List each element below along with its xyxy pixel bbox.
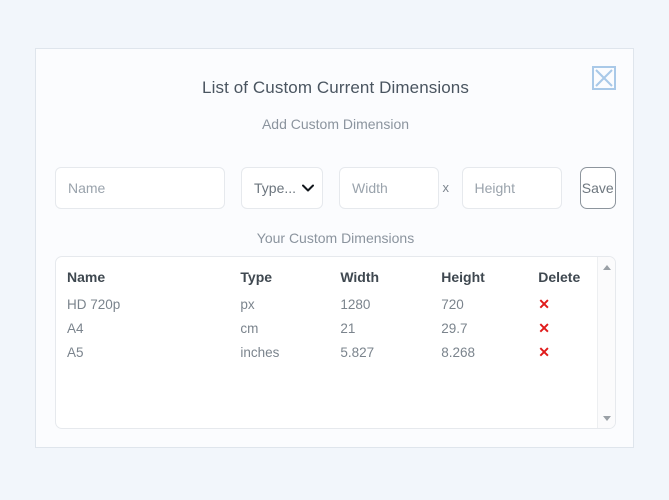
scroll-up-arrow-icon[interactable]: [598, 259, 615, 275]
add-dimension-form: Type... x Save: [55, 167, 616, 209]
page-root: List of Custom Current Dimensions Add Cu…: [0, 0, 669, 500]
width-input[interactable]: [339, 167, 440, 209]
cell-type: cm: [240, 320, 259, 336]
cell-name: HD 720p: [67, 296, 121, 312]
column-header-width: Width: [340, 269, 380, 285]
save-button[interactable]: Save: [579, 167, 616, 209]
column-header-delete: Delete: [538, 269, 581, 285]
cell-name: A4: [67, 320, 84, 336]
delete-row-icon[interactable]: ✕: [538, 320, 550, 336]
table-row: A4 cm 21 29.7 ✕: [56, 316, 597, 340]
table-row: HD 720p px 1280 720 ✕: [56, 292, 597, 316]
table-row: A5 inches 5.827 8.268 ✕: [56, 340, 597, 364]
type-select[interactable]: Type...: [241, 167, 324, 209]
cell-width: 5.827: [340, 344, 375, 360]
table-header-row: Name Type Width Height Delete: [56, 265, 597, 289]
custom-dimensions-table: Name Type Width Height Delete HD 720p px…: [56, 257, 597, 428]
page-title: List of Custom Current Dimensions: [202, 78, 469, 97]
dimension-separator: x: [442, 180, 450, 195]
cell-width: 21: [340, 320, 356, 336]
name-input[interactable]: [55, 167, 225, 209]
custom-dimensions-dialog: List of Custom Current Dimensions Add Cu…: [35, 48, 634, 448]
height-input[interactable]: [461, 167, 562, 209]
your-dimensions-label: Your Custom Dimensions: [256, 230, 415, 246]
cell-width: 1280: [340, 296, 371, 312]
cell-height: 8.268: [441, 344, 476, 360]
scroll-down-arrow-icon[interactable]: [598, 410, 615, 426]
cell-height: 720: [441, 296, 464, 312]
type-select-value[interactable]: Type...: [241, 167, 324, 209]
cell-type: inches: [240, 344, 280, 360]
column-header-type: Type: [240, 269, 273, 285]
delete-row-icon[interactable]: ✕: [538, 296, 550, 312]
cell-name: A5: [67, 344, 84, 360]
column-header-height: Height: [441, 269, 485, 285]
add-dimension-label: Add Custom Dimension: [261, 116, 410, 132]
column-header-name: Name: [67, 269, 106, 285]
cell-type: px: [240, 296, 255, 312]
table-scrollbar[interactable]: [597, 257, 615, 428]
cell-height: 29.7: [441, 320, 468, 336]
custom-dimensions-table-panel: Name Type Width Height Delete HD 720p px…: [55, 256, 616, 429]
delete-row-icon[interactable]: ✕: [538, 344, 550, 360]
